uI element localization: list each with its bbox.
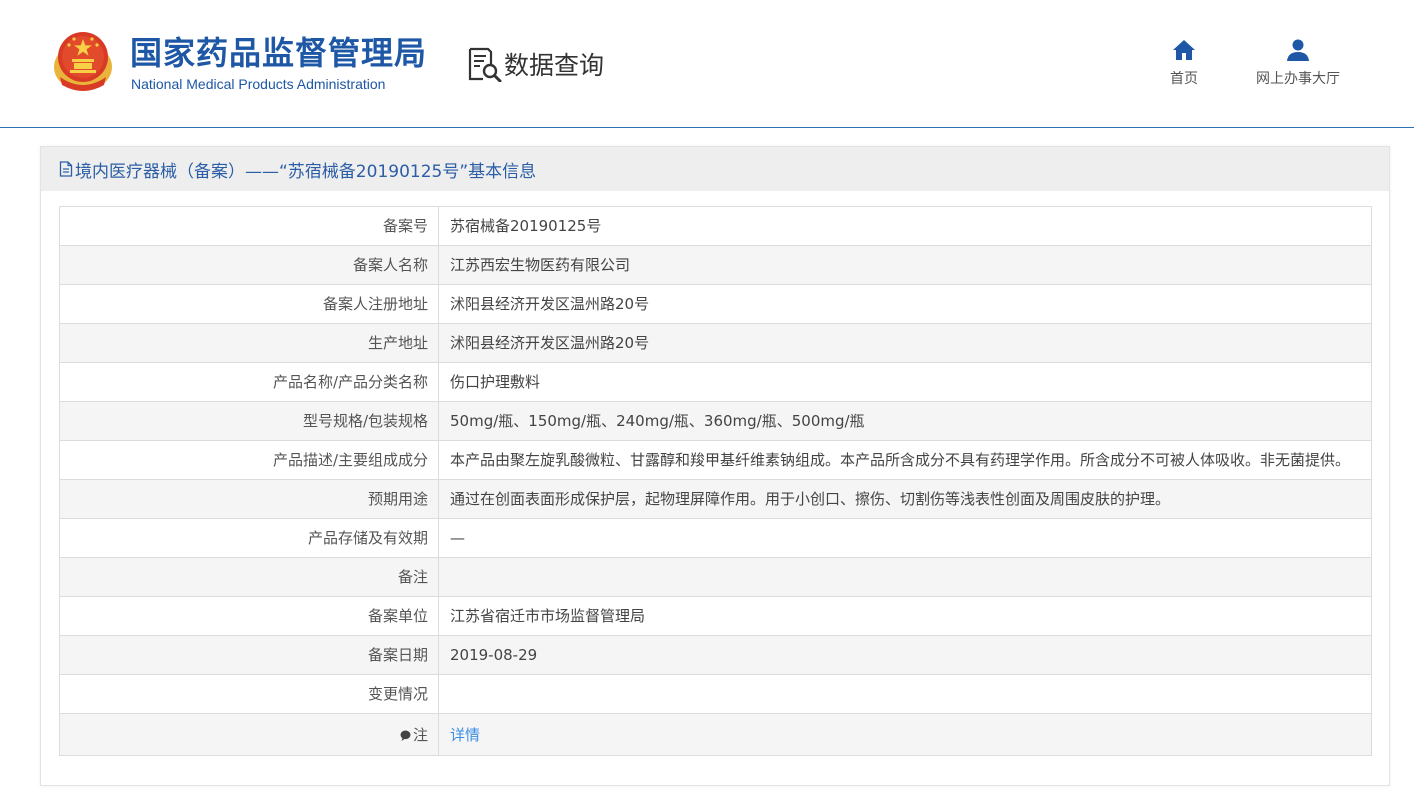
row-value: 沭阳县经济开发区温州路20号: [438, 323, 1372, 363]
table-row: 型号规格/包装规格 50mg/瓶、150mg/瓶、240mg/瓶、360mg/瓶、…: [59, 401, 1372, 441]
row-value: 江苏省宿迁市市场监督管理局: [438, 596, 1372, 636]
detail-link[interactable]: 详情: [450, 726, 480, 744]
row-value: 50mg/瓶、150mg/瓶、240mg/瓶、360mg/瓶、500mg/瓶: [438, 401, 1372, 441]
home-icon: [1173, 40, 1195, 60]
site-header: 国家药品监督管理局 National Medical Products Admi…: [0, 0, 1414, 128]
table-row: 产品存储及有效期 —: [59, 518, 1372, 558]
table-row: 备案人注册地址 沭阳县经济开发区温州路20号: [59, 284, 1372, 324]
document-icon: [59, 161, 73, 177]
table-row: 备案单位 江苏省宿迁市市场监督管理局: [59, 596, 1372, 636]
table-row: 生产地址 沭阳县经济开发区温州路20号: [59, 323, 1372, 363]
row-label: 备案日期: [59, 635, 439, 675]
org-name-en: National Medical Products Administration: [131, 76, 386, 92]
data-query-label: 数据查询: [504, 51, 605, 80]
org-name-cn: 国家药品监督管理局: [130, 34, 428, 72]
nav-online-hall-label: 网上办事大厅: [1256, 71, 1340, 87]
row-value: 本产品由聚左旋乳酸微粒、甘露醇和羧甲基纤维素钠组成。本产品所含成分不具有药理学作…: [438, 440, 1372, 480]
table-row: 产品描述/主要组成成分 本产品由聚左旋乳酸微粒、甘露醇和羧甲基纤维素钠组成。本产品…: [59, 440, 1372, 480]
panel-header: 境内医疗器械（备案）——“苏宿械备20190125号”基本信息: [41, 147, 1389, 191]
row-value: 2019-08-29: [438, 635, 1372, 675]
record-info-table: 备案号 苏宿械备20190125号 备案人名称 江苏西宏生物医药有限公司 备案人注册…: [59, 206, 1372, 756]
row-label: 产品名称/产品分类名称: [59, 362, 439, 402]
row-value: 苏宿械备20190125号: [438, 206, 1372, 246]
row-value: 沭阳县经济开发区温州路20号: [438, 284, 1372, 324]
nav-home-label: 首页: [1170, 71, 1198, 87]
row-label: 变更情况: [59, 674, 439, 714]
row-label: 备案号: [59, 206, 439, 246]
user-icon: [1287, 39, 1309, 61]
document-search-icon: [468, 47, 502, 82]
national-emblem-icon: [54, 32, 112, 91]
row-label: 型号规格/包装规格: [59, 401, 439, 441]
row-label: 产品存储及有效期: [59, 518, 439, 558]
row-value: 通过在创面表面形成保护层，起物理屏障作用。用于小创口、擦伤、切割伤等浅表性创面及…: [438, 479, 1372, 519]
row-value: [438, 557, 1372, 597]
row-label: 预期用途: [59, 479, 439, 519]
nav-home[interactable]: 首页: [1164, 38, 1204, 88]
table-row-note: 注 详情: [59, 713, 1372, 756]
note-label: 注: [412, 726, 428, 744]
nav-online-hall[interactable]: 网上办事大厅: [1246, 38, 1350, 88]
record-panel: 境内医疗器械（备案）——“苏宿械备20190125号”基本信息 备案号 苏宿械备2…: [40, 146, 1390, 786]
table-row: 备注: [59, 557, 1372, 597]
panel-title: 境内医疗器械（备案）——“苏宿械备20190125号”基本信息: [75, 161, 537, 182]
data-query-heading: 数据查询: [466, 46, 604, 82]
row-label: 产品描述/主要组成成分: [59, 440, 439, 480]
comment-icon: [400, 730, 411, 741]
row-value: 伤口护理敷料: [438, 362, 1372, 402]
row-label: 备案人名称: [59, 245, 439, 285]
table-row: 产品名称/产品分类名称 伤口护理敷料: [59, 362, 1372, 402]
note-label-cell: 注: [59, 713, 439, 756]
row-label: 生产地址: [59, 323, 439, 363]
row-value: 江苏西宏生物医药有限公司: [438, 245, 1372, 285]
row-label: 备案单位: [59, 596, 439, 636]
note-value-cell: 详情: [438, 713, 1372, 756]
table-row: 备案人名称 江苏西宏生物医药有限公司: [59, 245, 1372, 285]
table-row: 预期用途 通过在创面表面形成保护层，起物理屏障作用。用于小创口、擦伤、切割伤等浅表…: [59, 479, 1372, 519]
row-value: —: [438, 518, 1372, 558]
row-label: 备注: [59, 557, 439, 597]
row-label: 备案人注册地址: [59, 284, 439, 324]
table-row: 变更情况: [59, 674, 1372, 714]
table-row: 备案日期 2019-08-29: [59, 635, 1372, 675]
row-value: [438, 674, 1372, 714]
table-row: 备案号 苏宿械备20190125号: [59, 206, 1372, 246]
